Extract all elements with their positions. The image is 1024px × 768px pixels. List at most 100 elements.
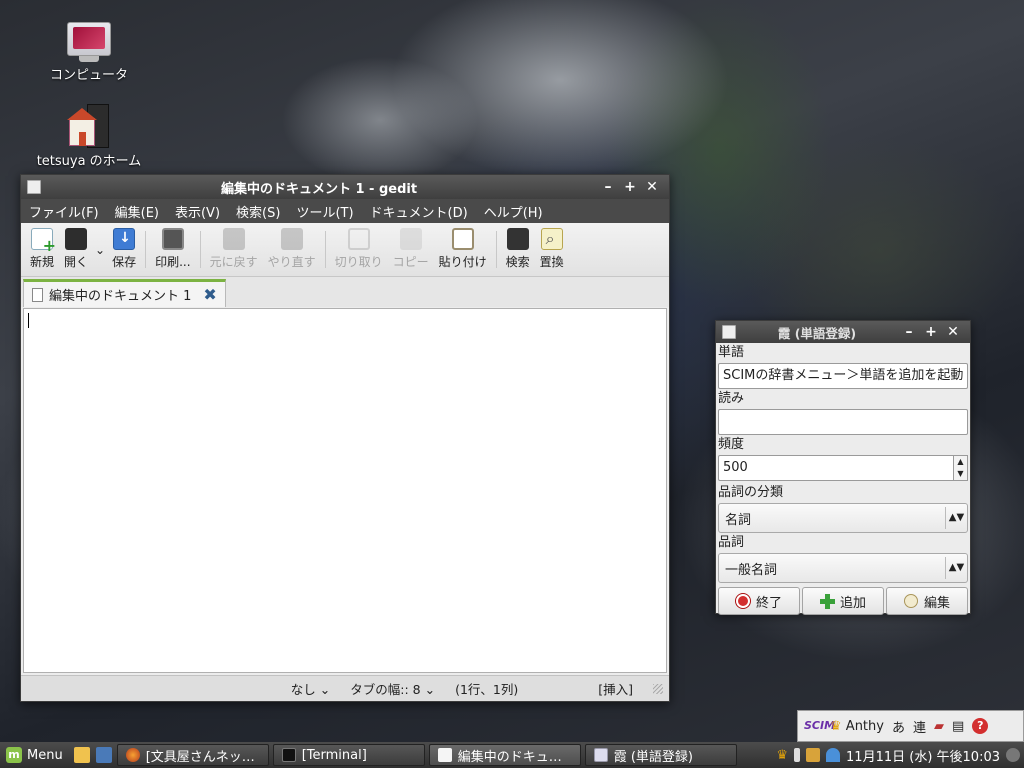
desktop-icon-home[interactable]: tetsuya のホーム [34, 104, 144, 169]
dictionary-icon[interactable]: ▰ [934, 719, 944, 734]
save-icon [113, 228, 136, 250]
redo-button[interactable]: やり直す [263, 225, 321, 274]
pos-select[interactable]: 一般名詞 ▲▼ [718, 553, 968, 583]
input-mode-toggle[interactable]: あ [892, 717, 905, 736]
spinner-arrows: ▲ ▼ [954, 455, 968, 481]
highlight-mode-selector[interactable]: なし ⌄ [281, 679, 340, 698]
close-button[interactable]: ✕ [942, 324, 964, 340]
undo-label: 元に戻す [209, 255, 258, 269]
tab-width-label: タブの幅:: 8 [350, 682, 421, 697]
network-icon[interactable] [826, 748, 841, 762]
paste-button[interactable]: 貼り付け [434, 225, 492, 274]
maximize-button[interactable]: + [619, 179, 641, 195]
crown-icon[interactable]: ♛ [776, 748, 788, 763]
replace-label: 置換 [539, 255, 564, 269]
task-label: [文具屋さんネッ… [145, 749, 255, 765]
spin-up-icon[interactable]: ▲ [954, 456, 967, 468]
updown-chevron-icon: ▲▼ [945, 557, 967, 579]
pos-category-select[interactable]: 名詞 ▲▼ [718, 503, 968, 533]
edit-button[interactable]: 編集 [886, 587, 968, 615]
task-word-registration[interactable]: 霞 (単語登録) [584, 744, 737, 766]
pos-category-value: 名詞 [725, 512, 752, 528]
menu-tools[interactable]: ツール(T) [288, 202, 361, 221]
task-firefox[interactable]: [文具屋さんネッ… [116, 744, 269, 766]
tab-document-1[interactable]: 編集中のドキュメント 1 ✖ [23, 279, 226, 307]
print-button[interactable]: 印刷... [150, 225, 195, 274]
replace-button[interactable]: 置換 [535, 225, 569, 274]
menu-label: Menu [27, 747, 63, 763]
frequency-input[interactable]: 500 [718, 455, 954, 481]
quit-label: 終了 [755, 595, 782, 611]
document-icon [32, 287, 43, 302]
word-input[interactable]: SCIMの辞書メニュー＞単語を追加を起動 [718, 363, 968, 389]
menu-documents[interactable]: ドキュメント(D) [362, 202, 476, 221]
add-button[interactable]: 追加 [802, 587, 884, 615]
close-tab-icon[interactable]: ✖ [203, 285, 216, 304]
mint-logo-icon: m [6, 747, 22, 763]
conversion-mode-toggle[interactable]: 連 [913, 717, 926, 736]
new-label: 新規 [30, 255, 55, 269]
copy-button[interactable]: コピー [388, 225, 434, 274]
usb-icon[interactable] [794, 748, 801, 762]
pos-value: 一般名詞 [725, 562, 778, 578]
spin-down-icon[interactable]: ▼ [954, 468, 967, 480]
crown-icon: ♛ [830, 718, 842, 734]
minimize-button[interactable]: – [597, 179, 619, 195]
undo-button[interactable]: 元に戻す [205, 225, 263, 274]
gedit-titlebar[interactable]: 編集中のドキュメント 1 - gedit – + ✕ [21, 175, 669, 199]
tab-width-selector[interactable]: タブの幅:: 8 ⌄ [340, 679, 445, 698]
text-editor-area[interactable] [23, 308, 667, 673]
lock-icon[interactable] [806, 748, 821, 762]
close-button[interactable]: ✕ [641, 179, 663, 195]
input-method-selector[interactable]: ♛ Anthy [830, 719, 884, 734]
menu-file[interactable]: ファイル(F) [21, 202, 107, 221]
menubar: ファイル(F) 編集(E) 表示(V) 検索(S) ツール(T) ドキュメント(… [21, 199, 669, 223]
help-icon[interactable]: ? [972, 718, 989, 734]
chevron-down-icon: ⌄ [95, 242, 106, 257]
task-terminal[interactable]: [Terminal] [272, 744, 425, 766]
dialog-titlebar[interactable]: 霞 (単語登録) – + ✕ [716, 321, 970, 343]
taskbar: m Menu [文具屋さんネッ… [Terminal] 編集中のドキュ… 霞 (… [0, 742, 1024, 768]
task-label: 編集中のドキュ… [457, 749, 562, 765]
open-recent-dropdown[interactable]: ⌄ [93, 225, 107, 274]
menu-help[interactable]: ヘルプ(H) [476, 202, 551, 221]
redo-label: やり直す [267, 255, 316, 269]
cut-button[interactable]: 切り取り [330, 225, 388, 274]
clipboard-icon [451, 228, 474, 250]
gedit-window: 編集中のドキュメント 1 - gedit – + ✕ ファイル(F) 編集(E)… [20, 174, 670, 702]
cut-label: 切り取り [334, 255, 383, 269]
scim-logo[interactable]: SCIM [804, 720, 835, 731]
toolbar-separator [199, 231, 201, 268]
find-button[interactable]: 検索 [501, 225, 535, 274]
start-menu-button[interactable]: m Menu [0, 747, 71, 763]
reading-input[interactable] [718, 409, 968, 435]
menu-search[interactable]: 検索(S) [228, 202, 288, 221]
print-label: 印刷... [155, 255, 191, 269]
new-document-icon [31, 228, 56, 255]
logout-icon[interactable] [1006, 748, 1020, 762]
show-desktop-icon[interactable] [95, 747, 112, 763]
redo-icon [280, 228, 303, 250]
paste-label: 貼り付け [438, 255, 487, 269]
menu-edit[interactable]: 編集(E) [107, 202, 167, 221]
edit-icon [903, 594, 918, 608]
maximize-button[interactable]: + [920, 324, 942, 340]
files-icon[interactable] [73, 747, 90, 763]
task-gedit[interactable]: 編集中のドキュ… [428, 744, 581, 766]
open-button[interactable]: 開く [59, 225, 93, 274]
statusbar: なし ⌄ タブの幅:: 8 ⌄ (1行、1列) [挿入] [21, 675, 669, 701]
home-folder-icon [67, 104, 111, 148]
word-registration-dialog: 霞 (単語登録) – + ✕ 単語 SCIMの辞書メニュー＞単語を追加を起動 読… [715, 320, 971, 615]
menu-view[interactable]: 表示(V) [167, 202, 228, 221]
new-button[interactable]: 新規 [25, 225, 59, 274]
desktop-icon-computer[interactable]: コンピュータ [34, 22, 144, 83]
save-button[interactable]: 保存 [107, 225, 141, 274]
minimize-button[interactable]: – [898, 324, 920, 340]
toolbar-separator [495, 231, 497, 268]
quit-button[interactable]: 終了 [718, 587, 800, 615]
binoculars-icon [506, 228, 529, 250]
properties-icon[interactable]: ▤ [952, 719, 964, 734]
toolbar: 新規 開く ⌄ 保存 印刷... 元に戻す やり直す 切り取り [21, 223, 669, 277]
resize-grip[interactable] [653, 683, 663, 694]
clock[interactable]: 11月11日 (水) 午後10:03 [846, 746, 1000, 765]
